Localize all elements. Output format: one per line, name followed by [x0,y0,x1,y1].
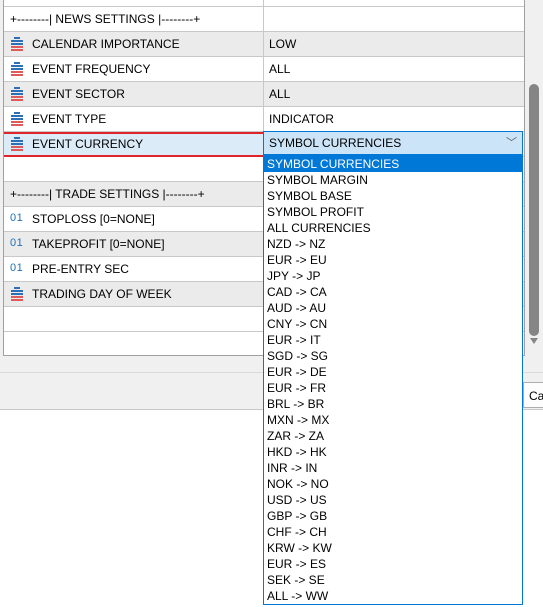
dropdown-option[interactable]: AUD -> AU [264,300,522,316]
section-title: +--------| NEWS SETTINGS |--------+ [10,12,201,26]
param-label: EVENT TYPE [32,112,107,126]
dropdown-option[interactable]: USD -> US [264,492,522,508]
dropdown-option[interactable]: SYMBOL CURRENCIES [264,156,522,172]
param-label: EVENT CURRENCY [32,137,144,151]
section-title: +--------| TRADE SETTINGS |--------+ [10,187,205,201]
table-row[interactable]: EVENT TYPE INDICATOR [4,107,524,132]
dropdown-option[interactable]: SYMBOL BASE [264,188,522,204]
param-label: TRADING DAY OF WEEK [32,287,172,301]
param-value[interactable]: ALL [264,57,524,81]
param-value[interactable]: LOW [264,32,524,56]
dropdown-option[interactable]: SYMBOL MARGIN [264,172,522,188]
enum-icon [11,87,23,101]
section-header-news[interactable]: +--------| NEWS SETTINGS |--------+ [4,7,524,32]
dropdown-option[interactable]: HKD -> HK [264,444,522,460]
event-currency-combobox[interactable]: SYMBOL CURRENCIES ﹀ [263,131,523,155]
enum-icon [11,287,23,301]
table-row[interactable]: CALENDAR IMPORTANCE LOW [4,32,524,57]
dropdown-option[interactable]: GBP -> GB [264,508,522,524]
selected-row-highlight: EVENT CURRENCY [4,132,265,157]
scroll-down-arrow-icon[interactable] [530,338,538,344]
dropdown-option[interactable]: ZAR -> ZA [264,428,522,444]
dropdown-option[interactable]: EUR -> IT [264,332,522,348]
dropdown-option[interactable]: JPY -> JP [264,268,522,284]
dropdown-option[interactable]: BRL -> BR [264,396,522,412]
cancel-button[interactable]: Ca [523,382,543,408]
dropdown-option[interactable]: EUR -> ES [264,556,522,572]
chevron-down-icon[interactable]: ﹀ [506,134,517,150]
enum-icon [11,112,23,126]
currency-dropdown-list[interactable]: SYMBOL CURRENCIES SYMBOL MARGIN SYMBOL BAS… [263,155,523,605]
dropdown-option[interactable]: CNY -> CN [264,316,522,332]
dropdown-option[interactable]: CHF -> CH [264,524,522,540]
scrollbar-thumb[interactable] [529,84,539,336]
dropdown-option[interactable]: MXN -> MX [264,412,522,428]
dropdown-option[interactable]: SYMBOL PROFIT [264,204,522,220]
dropdown-option[interactable]: EUR -> DE [264,364,522,380]
table-row [4,0,524,7]
dropdown-option[interactable]: ALL CURRENCIES [264,220,522,236]
dropdown-option[interactable]: CAD -> CA [264,284,522,300]
param-label: CALENDAR IMPORTANCE [32,37,180,51]
table-row[interactable]: EVENT SECTOR ALL [4,82,524,107]
param-value[interactable]: INDICATOR [264,107,524,131]
dropdown-option[interactable]: ALL -> WW [264,588,522,604]
numeric-icon: 01 [10,212,24,224]
param-value[interactable]: ALL [264,82,524,106]
param-label: EVENT FREQUENCY [32,62,151,76]
dropdown-option[interactable]: EUR -> FR [264,380,522,396]
dropdown-option[interactable]: INR -> IN [264,460,522,476]
numeric-icon: 01 [10,237,24,249]
dropdown-option[interactable]: SEK -> SE [264,572,522,588]
param-label: TAKEPROFIT [0=NONE] [32,237,165,251]
dropdown-option[interactable]: NOK -> NO [264,476,522,492]
dropdown-option[interactable]: KRW -> KW [264,540,522,556]
enum-icon [11,137,23,151]
enum-icon [11,62,23,76]
param-label: STOPLOSS [0=NONE] [32,212,155,226]
param-label: EVENT SECTOR [32,87,125,101]
dropdown-option[interactable]: EUR -> EU [264,252,522,268]
vertical-scrollbar[interactable] [526,0,543,356]
combobox-value: SYMBOL CURRENCIES [269,136,402,150]
enum-icon [11,37,23,51]
param-label: PRE-ENTRY SEC [32,262,129,276]
dropdown-option[interactable]: SGD -> SG [264,348,522,364]
table-row[interactable]: EVENT FREQUENCY ALL [4,57,524,82]
dropdown-option[interactable]: NZD -> NZ [264,236,522,252]
numeric-icon: 01 [10,262,24,274]
